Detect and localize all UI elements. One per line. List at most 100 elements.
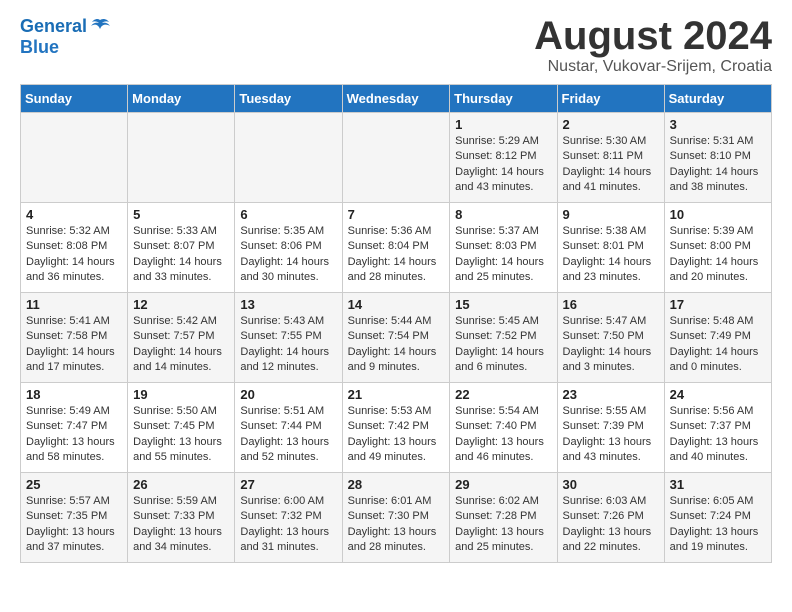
day-number: 27 xyxy=(240,477,336,492)
calendar-cell: 25 Sunrise: 5:57 AM Sunset: 7:35 PM Dayli… xyxy=(21,473,128,563)
calendar-cell: 26 Sunrise: 5:59 AM Sunset: 7:33 PM Dayli… xyxy=(128,473,235,563)
day-info: Sunrise: 5:42 AM Sunset: 7:57 PM Dayligh… xyxy=(133,314,229,376)
header: General Blue August 2024 Nustar, Vukovar… xyxy=(20,16,772,76)
day-number: 23 xyxy=(563,387,659,402)
calendar-cell xyxy=(342,113,450,203)
month-title: August 2024 xyxy=(534,16,772,56)
calendar-cell: 31 Sunrise: 6:05 AM Sunset: 7:24 PM Dayli… xyxy=(664,473,771,563)
day-number: 13 xyxy=(240,297,336,312)
calendar-cell xyxy=(128,113,235,203)
day-number: 30 xyxy=(563,477,659,492)
calendar-cell: 17Sunrise: 5:48 AM Sunset: 7:49 PM Dayli… xyxy=(664,293,771,383)
day-number: 10 xyxy=(670,207,766,222)
calendar-week-3: 11Sunrise: 5:41 AM Sunset: 7:58 PM Dayli… xyxy=(21,293,772,383)
logo: General Blue xyxy=(20,16,111,58)
day-info: Sunrise: 6:01 AM Sunset: 7:30 PM Dayligh… xyxy=(348,494,445,556)
calendar-cell: 9 Sunrise: 5:38 AM Sunset: 8:01 PM Daylig… xyxy=(557,203,664,293)
day-info: Sunrise: 6:05 AM Sunset: 7:24 PM Dayligh… xyxy=(670,494,766,556)
day-number: 16 xyxy=(563,297,659,312)
day-info: Sunrise: 5:31 AM Sunset: 8:10 PM Dayligh… xyxy=(670,134,766,196)
calendar-cell: 12Sunrise: 5:42 AM Sunset: 7:57 PM Dayli… xyxy=(128,293,235,383)
day-number: 4 xyxy=(26,207,122,222)
logo-blue: Blue xyxy=(20,38,111,58)
calendar-cell xyxy=(235,113,342,203)
calendar-cell: 19Sunrise: 5:50 AM Sunset: 7:45 PM Dayli… xyxy=(128,383,235,473)
day-info: Sunrise: 5:38 AM Sunset: 8:01 PM Dayligh… xyxy=(563,224,659,286)
calendar-cell: 11Sunrise: 5:41 AM Sunset: 7:58 PM Dayli… xyxy=(21,293,128,383)
calendar-cell: 29 Sunrise: 6:02 AM Sunset: 7:28 PM Dayli… xyxy=(450,473,557,563)
calendar-week-2: 4Sunrise: 5:32 AM Sunset: 8:08 PM Daylig… xyxy=(21,203,772,293)
calendar-cell: 8 Sunrise: 5:37 AM Sunset: 8:03 PM Daylig… xyxy=(450,203,557,293)
day-info: Sunrise: 5:50 AM Sunset: 7:45 PM Dayligh… xyxy=(133,404,229,466)
day-info: Sunrise: 5:29 AM Sunset: 8:12 PM Dayligh… xyxy=(455,134,551,196)
day-info: Sunrise: 5:36 AM Sunset: 8:04 PM Dayligh… xyxy=(348,224,445,286)
day-number: 24 xyxy=(670,387,766,402)
day-number: 22 xyxy=(455,387,551,402)
calendar-container: General Blue August 2024 Nustar, Vukovar… xyxy=(0,0,792,573)
calendar-cell: 24 Sunrise: 5:56 AM Sunset: 7:37 PM Dayli… xyxy=(664,383,771,473)
calendar-cell: 15 Sunrise: 5:45 AM Sunset: 7:52 PM Dayli… xyxy=(450,293,557,383)
col-wednesday: Wednesday xyxy=(342,85,450,113)
day-info: Sunrise: 5:30 AM Sunset: 8:11 PM Dayligh… xyxy=(563,134,659,196)
day-info: Sunrise: 6:00 AM Sunset: 7:32 PM Dayligh… xyxy=(240,494,336,556)
calendar-cell: 28 Sunrise: 6:01 AM Sunset: 7:30 PM Dayli… xyxy=(342,473,450,563)
calendar-cell: 20Sunrise: 5:51 AM Sunset: 7:44 PM Dayli… xyxy=(235,383,342,473)
day-number: 15 xyxy=(455,297,551,312)
day-number: 8 xyxy=(455,207,551,222)
calendar-header-row: Sunday Monday Tuesday Wednesday Thursday… xyxy=(21,85,772,113)
day-number: 20 xyxy=(240,387,336,402)
day-number: 25 xyxy=(26,477,122,492)
day-info: Sunrise: 5:35 AM Sunset: 8:06 PM Dayligh… xyxy=(240,224,336,286)
calendar-cell: 23 Sunrise: 5:55 AM Sunset: 7:39 PM Dayli… xyxy=(557,383,664,473)
day-number: 31 xyxy=(670,477,766,492)
logo-text: General xyxy=(20,17,87,37)
day-number: 11 xyxy=(26,297,122,312)
day-info: Sunrise: 5:37 AM Sunset: 8:03 PM Dayligh… xyxy=(455,224,551,286)
day-number: 28 xyxy=(348,477,445,492)
day-number: 7 xyxy=(348,207,445,222)
day-number: 29 xyxy=(455,477,551,492)
day-info: Sunrise: 5:43 AM Sunset: 7:55 PM Dayligh… xyxy=(240,314,336,376)
day-number: 26 xyxy=(133,477,229,492)
calendar-cell: 16 Sunrise: 5:47 AM Sunset: 7:50 PM Dayli… xyxy=(557,293,664,383)
calendar-cell: 18Sunrise: 5:49 AM Sunset: 7:47 PM Dayli… xyxy=(21,383,128,473)
calendar-cell: 27 Sunrise: 6:00 AM Sunset: 7:32 PM Dayli… xyxy=(235,473,342,563)
day-number: 9 xyxy=(563,207,659,222)
calendar-week-5: 25 Sunrise: 5:57 AM Sunset: 7:35 PM Dayli… xyxy=(21,473,772,563)
day-info: Sunrise: 5:45 AM Sunset: 7:52 PM Dayligh… xyxy=(455,314,551,376)
day-info: Sunrise: 6:02 AM Sunset: 7:28 PM Dayligh… xyxy=(455,494,551,556)
day-info: Sunrise: 5:33 AM Sunset: 8:07 PM Dayligh… xyxy=(133,224,229,286)
calendar-cell: 3Sunrise: 5:31 AM Sunset: 8:10 PM Daylig… xyxy=(664,113,771,203)
day-info: Sunrise: 5:47 AM Sunset: 7:50 PM Dayligh… xyxy=(563,314,659,376)
calendar-cell: 22 Sunrise: 5:54 AM Sunset: 7:40 PM Dayli… xyxy=(450,383,557,473)
day-info: Sunrise: 5:55 AM Sunset: 7:39 PM Dayligh… xyxy=(563,404,659,466)
col-tuesday: Tuesday xyxy=(235,85,342,113)
day-info: Sunrise: 5:39 AM Sunset: 8:00 PM Dayligh… xyxy=(670,224,766,286)
day-info: Sunrise: 5:54 AM Sunset: 7:40 PM Dayligh… xyxy=(455,404,551,466)
col-saturday: Saturday xyxy=(664,85,771,113)
calendar-cell: 14Sunrise: 5:44 AM Sunset: 7:54 PM Dayli… xyxy=(342,293,450,383)
day-info: Sunrise: 5:48 AM Sunset: 7:49 PM Dayligh… xyxy=(670,314,766,376)
day-info: Sunrise: 6:03 AM Sunset: 7:26 PM Dayligh… xyxy=(563,494,659,556)
day-info: Sunrise: 5:59 AM Sunset: 7:33 PM Dayligh… xyxy=(133,494,229,556)
calendar-cell: 30 Sunrise: 6:03 AM Sunset: 7:26 PM Dayli… xyxy=(557,473,664,563)
calendar-table: Sunday Monday Tuesday Wednesday Thursday… xyxy=(20,84,772,563)
location: Nustar, Vukovar-Srijem, Croatia xyxy=(534,58,772,76)
day-number: 21 xyxy=(348,387,445,402)
day-number: 18 xyxy=(26,387,122,402)
day-number: 6 xyxy=(240,207,336,222)
col-monday: Monday xyxy=(128,85,235,113)
calendar-cell xyxy=(21,113,128,203)
day-info: Sunrise: 5:56 AM Sunset: 7:37 PM Dayligh… xyxy=(670,404,766,466)
day-info: Sunrise: 5:53 AM Sunset: 7:42 PM Dayligh… xyxy=(348,404,445,466)
logo-general: General xyxy=(20,16,87,36)
day-number: 1 xyxy=(455,117,551,132)
day-info: Sunrise: 5:57 AM Sunset: 7:35 PM Dayligh… xyxy=(26,494,122,556)
col-thursday: Thursday xyxy=(450,85,557,113)
col-friday: Friday xyxy=(557,85,664,113)
calendar-cell: 13 Sunrise: 5:43 AM Sunset: 7:55 PM Dayli… xyxy=(235,293,342,383)
day-info: Sunrise: 5:44 AM Sunset: 7:54 PM Dayligh… xyxy=(348,314,445,376)
calendar-cell: 5 Sunrise: 5:33 AM Sunset: 8:07 PM Daylig… xyxy=(128,203,235,293)
day-number: 5 xyxy=(133,207,229,222)
calendar-cell: 6 Sunrise: 5:35 AM Sunset: 8:06 PM Daylig… xyxy=(235,203,342,293)
